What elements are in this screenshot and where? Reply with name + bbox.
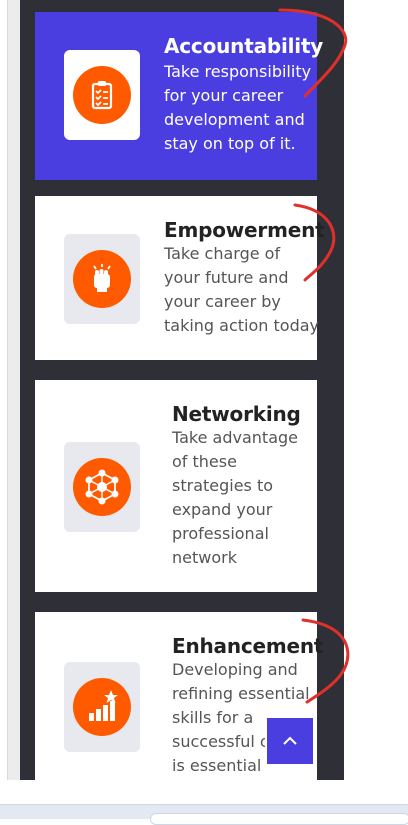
card-description: Take responsibility for your career deve… bbox=[164, 62, 312, 153]
card-empowerment: Empowerment Take charge of your future a… bbox=[35, 196, 325, 360]
icon-container bbox=[64, 50, 140, 140]
raised-fist-icon bbox=[73, 250, 131, 308]
chevron-up-icon bbox=[283, 736, 297, 745]
growth-chart-star-icon bbox=[73, 678, 131, 736]
card-title: Networking bbox=[172, 402, 301, 426]
network-nodes-icon bbox=[73, 458, 131, 516]
card-title: Empowerment bbox=[164, 218, 325, 242]
scroll-to-top-button[interactable] bbox=[265, 716, 315, 766]
card-title: Enhancement bbox=[172, 634, 324, 658]
card-networking: Networking Take advantage of these strat… bbox=[35, 380, 317, 592]
clipboard-checklist-icon bbox=[73, 66, 131, 124]
icon-container bbox=[64, 662, 140, 752]
card-description: Take advantage of these strategies to ex… bbox=[172, 428, 299, 567]
content-frame: Accountability Take responsibility for y… bbox=[7, 0, 344, 780]
card-title: Accountability bbox=[164, 34, 324, 58]
card-accountability: Accountability Take responsibility for y… bbox=[35, 12, 323, 180]
card-description: Take charge of your future and your care… bbox=[164, 244, 319, 335]
bottom-input-edge bbox=[150, 813, 408, 825]
icon-container bbox=[64, 442, 140, 532]
icon-container bbox=[64, 234, 140, 324]
